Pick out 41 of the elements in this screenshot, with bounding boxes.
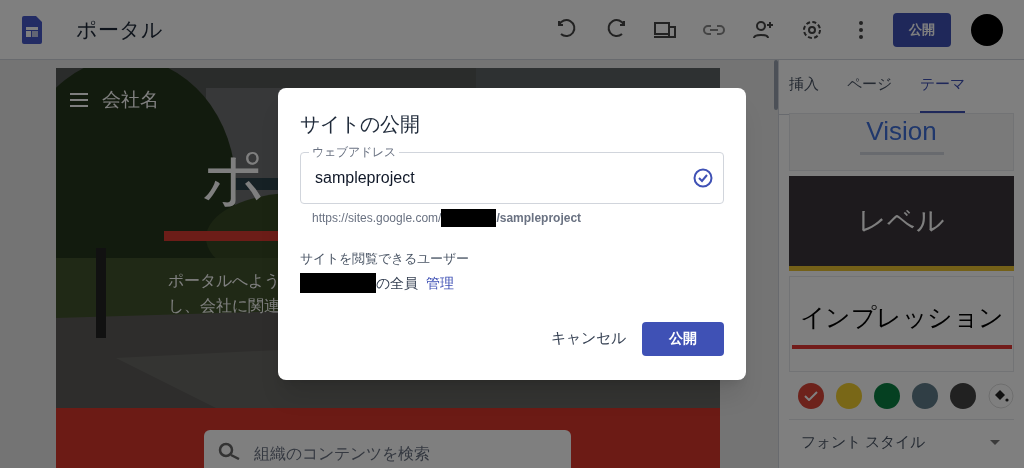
sites-logo-icon[interactable] <box>22 15 42 44</box>
theme-card[interactable]: Vision <box>789 113 1014 171</box>
theme-name: インプレッション <box>799 302 1004 334</box>
avatar[interactable] <box>971 13 1003 46</box>
color-swatch[interactable] <box>874 382 900 409</box>
viewers-label: サイトを閲覧できるユーザー <box>300 250 470 268</box>
theme-name: レベル <box>858 204 945 238</box>
page-title: ポータル <box>76 16 163 43</box>
scrollbar <box>774 60 778 110</box>
color-swatch[interactable] <box>950 382 976 409</box>
hero-title: ポ <box>202 148 265 210</box>
intro-text: し、会社に関連 <box>168 296 280 316</box>
theme-card[interactable]: インプレッション <box>789 276 1014 372</box>
search-icon <box>218 442 242 460</box>
panel-tab[interactable]: ページ <box>847 72 892 114</box>
theme-name: Vision <box>866 115 937 148</box>
menu-icon[interactable] <box>70 93 88 108</box>
color-swatch[interactable] <box>798 382 824 409</box>
panel-tab[interactable]: 挿入 <box>789 72 819 114</box>
paint-bucket-icon[interactable] <box>988 382 1014 409</box>
intro-text: ポータルへよう <box>168 271 280 291</box>
font-style-dropdown[interactable]: フォント スタイル <box>789 420 1014 464</box>
dropdown-arrow-icon <box>990 439 1000 445</box>
cancel-button[interactable]: キャンセル <box>549 321 628 356</box>
manage-link[interactable]: 管理 <box>426 272 454 294</box>
search-field[interactable]: 組織のコンテンツを検索 <box>204 430 571 468</box>
viewers-text: の全員 <box>376 273 418 293</box>
check-circle-icon <box>693 168 713 188</box>
publish-button[interactable]: 公開 <box>642 321 724 356</box>
site-name: 会社名 <box>102 88 159 112</box>
theme-card[interactable]: レベル <box>789 176 1014 271</box>
color-swatch[interactable] <box>836 382 862 409</box>
check-icon <box>804 390 818 401</box>
redaction-bar <box>441 209 497 227</box>
url-prefix: https://sites.google.com/ <box>312 210 442 227</box>
publish-button[interactable]: 公開 <box>893 12 951 47</box>
color-swatch[interactable] <box>912 382 938 409</box>
url-suffix: /sampleproject <box>496 210 582 227</box>
dialog-title: サイトの公開 <box>300 112 421 137</box>
field-label: ウェブアドレス <box>311 144 397 160</box>
web-address-field[interactable]: ウェブアドレス sampleproject <box>300 144 724 204</box>
